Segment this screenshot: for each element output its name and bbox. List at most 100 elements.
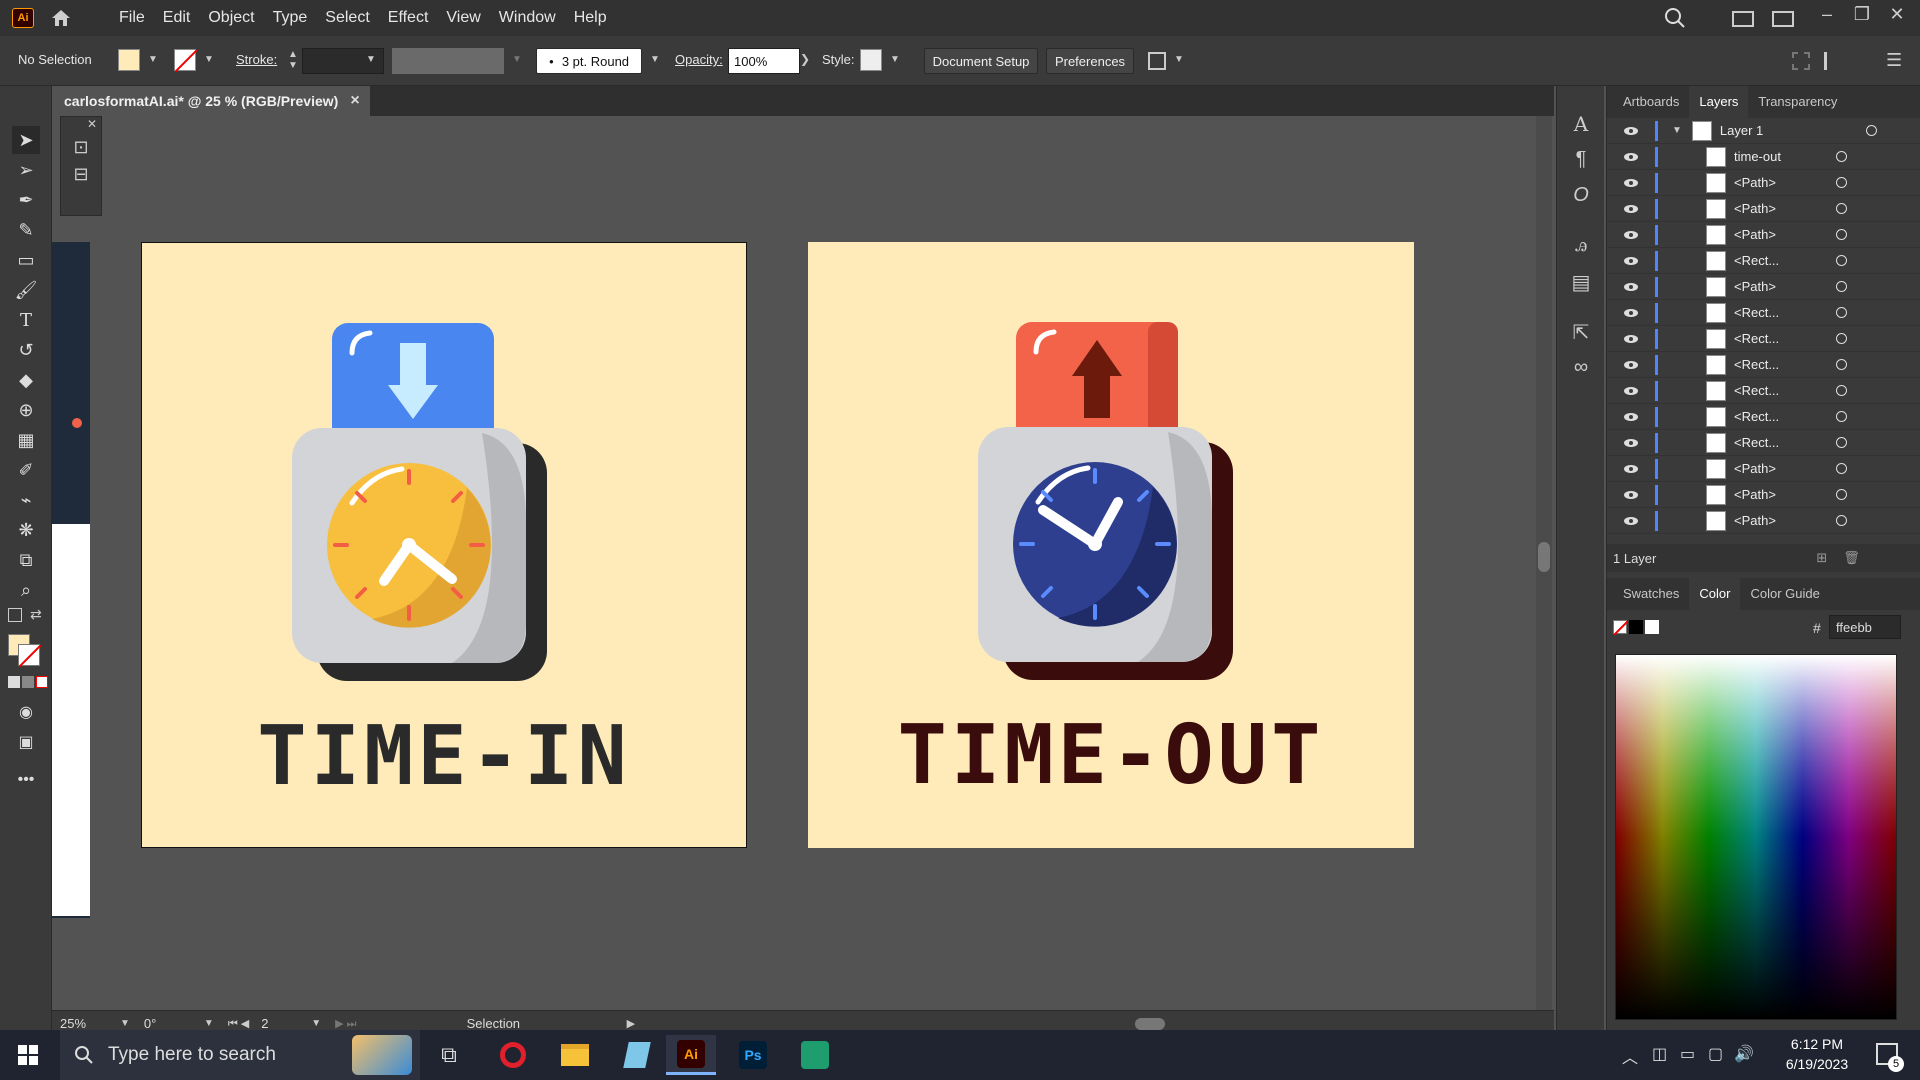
chevron-down-icon[interactable]: ▼ xyxy=(148,54,158,65)
layer-item-name[interactable]: <Rect... xyxy=(1734,253,1830,268)
layer-item-name[interactable]: <Path> xyxy=(1734,227,1830,242)
chevron-down-icon[interactable]: ▼ xyxy=(1174,54,1184,65)
layer-item-name[interactable]: <Rect... xyxy=(1734,331,1830,346)
blend-tool-icon[interactable]: ⌁ xyxy=(12,486,40,514)
chevron-down-icon[interactable]: ▼ xyxy=(204,1018,214,1029)
target-circle-icon[interactable] xyxy=(1836,229,1847,240)
selection-tool-icon[interactable]: ➤ xyxy=(12,126,40,154)
layer-item-row[interactable]: <Rect... xyxy=(1607,404,1920,430)
stroke-label[interactable]: Stroke: xyxy=(236,52,277,67)
white-swatch[interactable] xyxy=(1645,620,1659,634)
layer-item-name[interactable]: <Rect... xyxy=(1734,357,1830,372)
delete-layer-icon[interactable]: 🗑 xyxy=(1843,550,1860,566)
menu-window[interactable]: Window xyxy=(490,0,565,36)
rotation-value[interactable]: 0° xyxy=(144,1016,204,1031)
preferences-button[interactable]: Preferences xyxy=(1046,48,1134,74)
layer-item-row[interactable]: <Path> xyxy=(1607,274,1920,300)
visibility-eye-icon[interactable] xyxy=(1623,152,1639,162)
fill-swatch[interactable] xyxy=(118,49,140,71)
target-circle-icon[interactable] xyxy=(1836,203,1847,214)
target-circle-icon[interactable] xyxy=(1836,463,1847,474)
visibility-eye-icon[interactable] xyxy=(1623,386,1639,396)
paragraph-icon[interactable]: ¶ xyxy=(1569,148,1593,172)
links-icon[interactable]: ∞ xyxy=(1569,356,1593,380)
network-icon[interactable]: ▢ xyxy=(1708,1044,1723,1064)
none-swatch[interactable] xyxy=(1613,620,1629,636)
tab-swatches[interactable]: Swatches xyxy=(1613,578,1689,610)
curvature-tool-icon[interactable]: ✎ xyxy=(12,216,40,244)
vertical-scrollbar[interactable] xyxy=(1536,116,1552,1016)
new-layer-icon[interactable]: ⊞ xyxy=(1816,550,1827,566)
glyphs-icon[interactable]: ꭿ xyxy=(1569,234,1593,258)
tab-color[interactable]: Color xyxy=(1689,578,1741,610)
chevron-right-icon[interactable]: ❯ xyxy=(800,52,810,66)
opentype-icon[interactable]: O xyxy=(1569,184,1593,208)
menu-file[interactable]: File xyxy=(110,0,154,36)
menu-effect[interactable]: Effect xyxy=(379,0,438,36)
transform-icon[interactable] xyxy=(1792,52,1810,70)
target-circle-icon[interactable] xyxy=(1836,359,1847,370)
play-icon[interactable]: ▶ xyxy=(627,1017,635,1030)
document-tab[interactable]: carlosformatAI.ai* @ 25 % (RGB/Preview) … xyxy=(52,86,370,116)
layer-item-name[interactable]: <Rect... xyxy=(1734,305,1830,320)
target-circle-icon[interactable] xyxy=(1836,437,1847,448)
export-icon[interactable]: ⇱ xyxy=(1569,320,1593,344)
layer-item-name[interactable]: <Rect... xyxy=(1734,435,1830,450)
last-artboard-icon[interactable]: ▶ ⏭ xyxy=(335,1017,356,1031)
battery-icon[interactable]: ▭ xyxy=(1680,1044,1695,1064)
show-hidden-icons-icon[interactable]: ︿ xyxy=(1622,1044,1638,1068)
direct-selection-tool-icon[interactable]: ➢ xyxy=(12,156,40,184)
color-mode-icon[interactable] xyxy=(8,676,20,688)
chevron-down-icon[interactable]: ▼ xyxy=(311,1018,321,1029)
horizontal-scrollbar[interactable] xyxy=(649,1017,1339,1031)
close-tab-icon[interactable]: × xyxy=(350,92,359,110)
layer-item-row[interactable]: <Path> xyxy=(1607,222,1920,248)
variable-width-profile[interactable] xyxy=(392,48,504,74)
clock[interactable]: 6:12 PM 6/19/2023 xyxy=(1772,1036,1862,1072)
layer-item-name[interactable]: <Path> xyxy=(1734,461,1830,476)
stroke-stepper-icon[interactable]: ▲ ▼ xyxy=(288,49,298,71)
swap-colors-icon[interactable]: ⇄ xyxy=(30,606,42,623)
visibility-eye-icon[interactable] xyxy=(1623,230,1639,240)
tab-artboards[interactable]: Artboards xyxy=(1613,86,1689,118)
layer-item-row[interactable]: <Rect... xyxy=(1607,430,1920,456)
menu-view[interactable]: View xyxy=(437,0,489,36)
artboard-number[interactable]: 2 xyxy=(261,1016,311,1031)
gradient-tool-icon[interactable]: ▦ xyxy=(12,426,40,454)
target-circle-icon[interactable] xyxy=(1836,281,1847,292)
black-swatch[interactable] xyxy=(1629,620,1643,634)
align-icon[interactable] xyxy=(1824,52,1842,70)
target-circle-icon[interactable] xyxy=(1836,333,1847,344)
eyedropper-tool-icon[interactable]: ✐ xyxy=(12,456,40,484)
opacity-label[interactable]: Opacity: xyxy=(675,52,723,67)
visibility-eye-icon[interactable] xyxy=(1623,490,1639,500)
rectangle-tool-icon[interactable]: ▭ xyxy=(12,246,40,274)
layer-item-name[interactable]: time-out xyxy=(1734,149,1830,164)
target-circle-icon[interactable] xyxy=(1865,125,1877,136)
chevron-down-icon[interactable]: ▼ xyxy=(890,54,900,65)
visibility-eye-icon[interactable] xyxy=(1623,464,1639,474)
home-icon[interactable] xyxy=(50,8,72,28)
illustrator-app-icon[interactable]: Ai xyxy=(666,1035,716,1075)
rotate-tool-icon[interactable]: ↺ xyxy=(12,336,40,364)
arrange-icon[interactable] xyxy=(1148,52,1166,70)
volume-icon[interactable]: 🔊 xyxy=(1734,1044,1754,1064)
photoshop-app-icon[interactable]: Ps xyxy=(728,1035,778,1075)
visibility-eye-icon[interactable] xyxy=(1623,360,1639,370)
brush-definition[interactable]: ● 3 pt. Round xyxy=(536,48,642,74)
screen-mode-icon[interactable]: ▣ xyxy=(12,728,40,756)
pen-tool-icon[interactable]: ✒ xyxy=(12,186,40,214)
paintbrush-tool-icon[interactable]: 🖌 xyxy=(12,276,40,304)
horizontal-scroll-thumb[interactable] xyxy=(1135,1017,1166,1030)
color-spectrum[interactable] xyxy=(1615,654,1897,1020)
hex-input[interactable]: ffeebb xyxy=(1829,615,1901,639)
visibility-eye-icon[interactable] xyxy=(1623,516,1639,526)
zoom-tool-icon[interactable]: ⌕ xyxy=(12,576,40,604)
task-view-icon[interactable]: ⧉ xyxy=(424,1035,474,1075)
target-circle-icon[interactable] xyxy=(1836,307,1847,318)
layer-item-row[interactable]: <Path> xyxy=(1607,508,1920,534)
draw-mode-icon[interactable]: ◉ xyxy=(12,698,40,726)
close-window-icon[interactable]: ✕ xyxy=(1884,4,1910,25)
target-circle-icon[interactable] xyxy=(1836,515,1847,526)
search-icon[interactable] xyxy=(1664,7,1686,29)
